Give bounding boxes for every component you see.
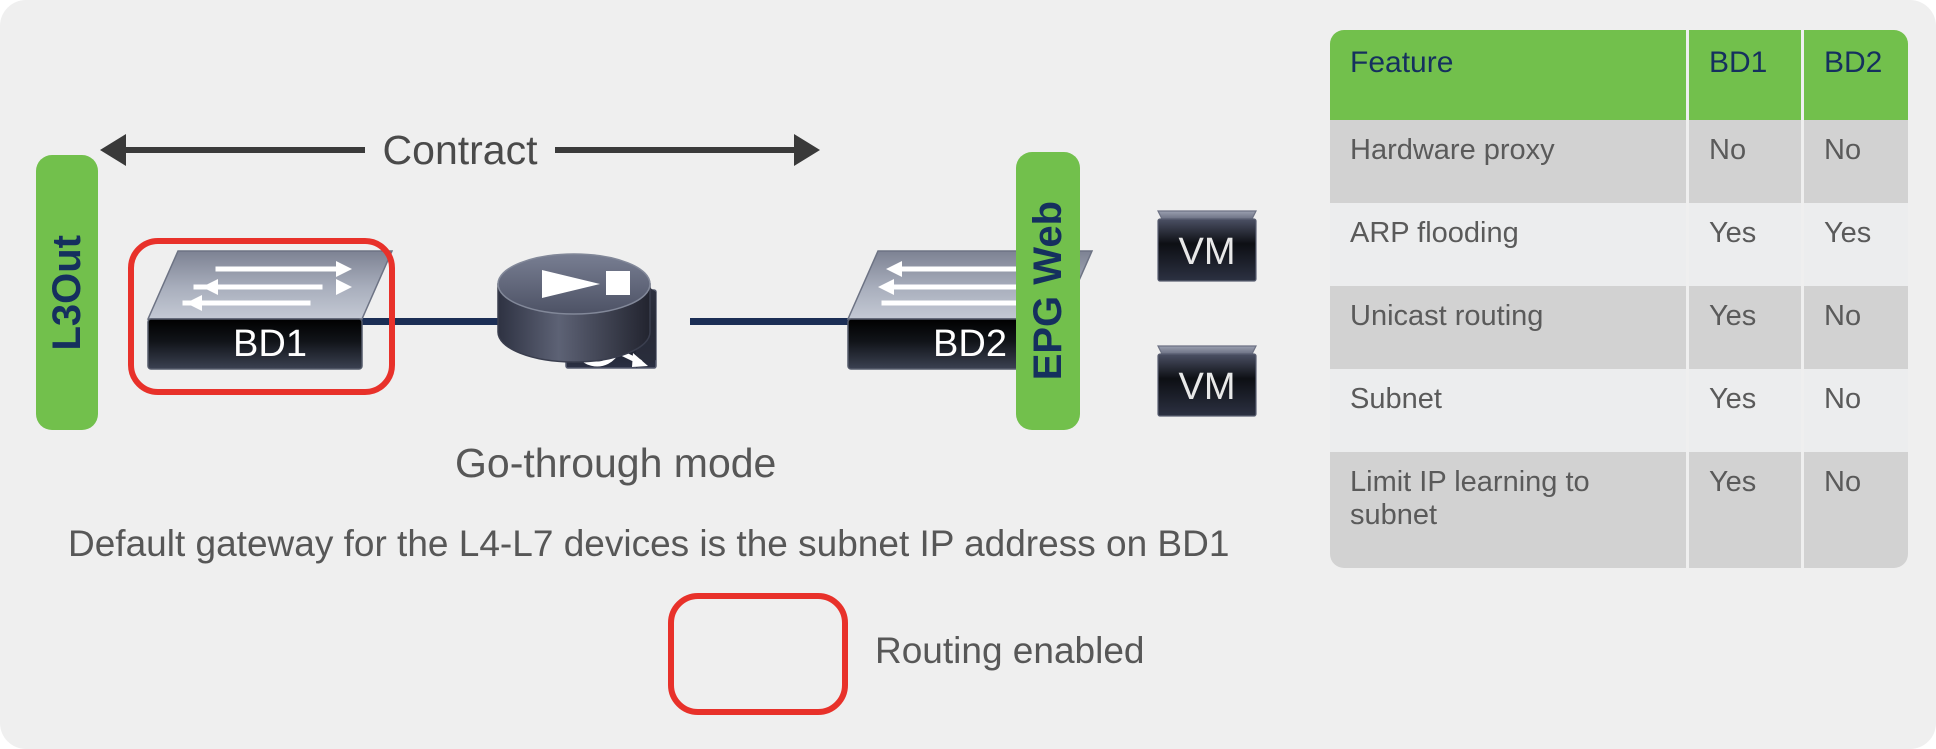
cell-bd2: No bbox=[1804, 452, 1908, 568]
legend-label-routing-enabled: Routing enabled bbox=[875, 630, 1145, 671]
cell-feature: Subnet bbox=[1330, 369, 1686, 452]
table-row: Limit IP learning to subnet Yes No bbox=[1330, 452, 1908, 568]
vm-label-1: VM bbox=[1178, 231, 1236, 273]
legend-swatch-routing-enabled bbox=[668, 593, 848, 715]
vm-box-1[interactable]: VM bbox=[1152, 205, 1262, 287]
table-row: Subnet Yes No bbox=[1330, 369, 1908, 452]
l4l7-service-node-icon[interactable] bbox=[490, 240, 710, 380]
vm-label-2: VM bbox=[1178, 366, 1236, 408]
cell-bd2: No bbox=[1804, 369, 1908, 452]
cell-bd1: Yes bbox=[1689, 286, 1801, 369]
arrow-line-right bbox=[555, 147, 795, 153]
cell-bd1: No bbox=[1689, 120, 1801, 203]
l3out-pill[interactable]: L3Out bbox=[36, 155, 98, 430]
link-service-to-bd2 bbox=[690, 318, 860, 325]
epg-web-pill[interactable]: EPG Web bbox=[1016, 152, 1080, 430]
contract-label: Contract bbox=[382, 126, 538, 173]
go-through-mode-caption: Go-through mode bbox=[455, 440, 777, 486]
table-header-bd1: BD1 bbox=[1689, 30, 1801, 120]
cell-bd1: Yes bbox=[1689, 369, 1801, 452]
table-header-feature: Feature bbox=[1330, 30, 1686, 120]
contract-arrow: Contract bbox=[100, 127, 821, 173]
table-header-row: Feature BD1 BD2 bbox=[1330, 30, 1908, 120]
cell-bd2: No bbox=[1804, 120, 1908, 203]
table-row: Unicast routing Yes No bbox=[1330, 286, 1908, 369]
cell-bd1: Yes bbox=[1689, 203, 1801, 286]
cell-bd2: Yes bbox=[1804, 203, 1908, 286]
diagram-canvas: Contract L3Out BD1 BD2 EPG Web VM VM Go-… bbox=[0, 0, 1936, 749]
epg-web-label: EPG Web bbox=[1025, 201, 1070, 381]
table-row: Hardware proxy No No bbox=[1330, 120, 1908, 203]
arrow-line-left bbox=[126, 147, 365, 153]
cell-bd2: No bbox=[1804, 286, 1908, 369]
l3out-label: L3Out bbox=[44, 234, 89, 351]
bd1-routing-highlight bbox=[128, 238, 395, 395]
arrow-head-right-icon bbox=[794, 134, 821, 166]
table-header-bd2: BD2 bbox=[1804, 30, 1908, 120]
cell-feature: Hardware proxy bbox=[1330, 120, 1686, 203]
cell-feature: ARP flooding bbox=[1330, 203, 1686, 286]
arrow-head-left-icon bbox=[100, 134, 126, 166]
table-row: ARP flooding Yes Yes bbox=[1330, 203, 1908, 286]
cell-bd1: Yes bbox=[1689, 452, 1801, 568]
vm-box-2[interactable]: VM bbox=[1152, 340, 1262, 422]
gateway-note-caption: Default gateway for the L4-L7 devices is… bbox=[68, 523, 1230, 564]
cell-feature: Limit IP learning to subnet bbox=[1330, 452, 1686, 568]
cell-feature: Unicast routing bbox=[1330, 286, 1686, 369]
bd-comparison-table: Feature BD1 BD2 Hardware proxy No No ARP… bbox=[1327, 30, 1911, 568]
